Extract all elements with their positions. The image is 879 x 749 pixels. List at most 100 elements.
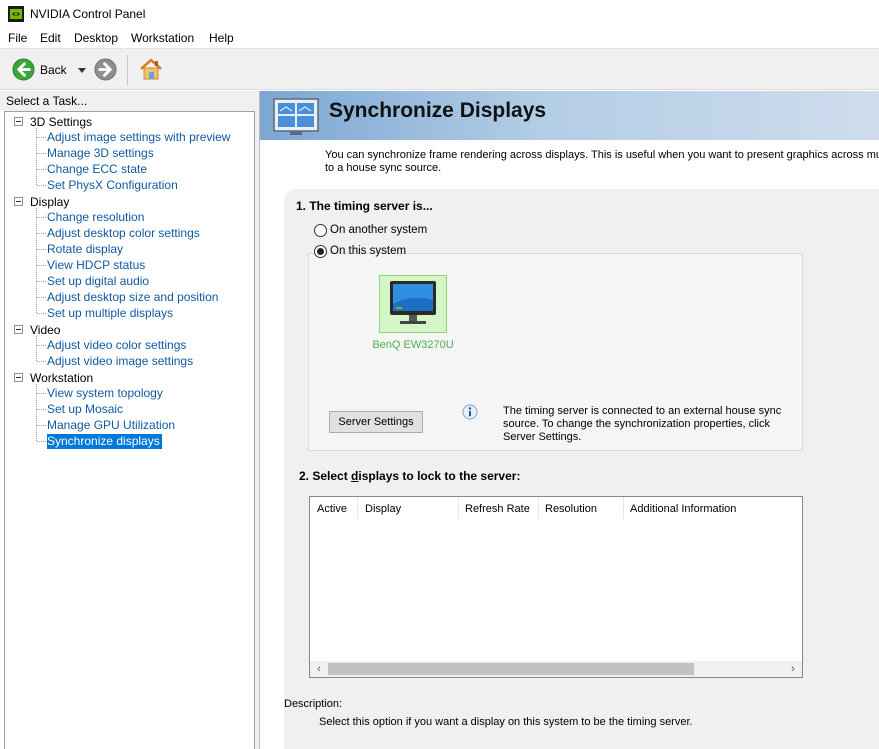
- description-text: Select this option if you want a display…: [319, 716, 693, 728]
- toolbar: Back: [0, 48, 879, 90]
- page-banner: Synchronize Displays: [260, 91, 879, 140]
- task-adjust-desktop-color[interactable]: Adjust desktop color settings: [47, 226, 200, 240]
- column-resolution[interactable]: Resolution: [545, 503, 597, 515]
- monitor-tile[interactable]: [379, 275, 447, 333]
- menu-help[interactable]: Help: [209, 31, 234, 45]
- task-change-resolution[interactable]: Change resolution: [47, 210, 144, 224]
- synchronize-displays-icon: [273, 98, 319, 135]
- collapse-display-icon[interactable]: [14, 197, 23, 206]
- page-intro: You can synchronize frame rendering acro…: [325, 149, 879, 175]
- server-settings-button[interactable]: Server Settings: [329, 411, 423, 433]
- task-adjust-video-color[interactable]: Adjust video color settings: [47, 338, 186, 352]
- column-active[interactable]: Active: [317, 503, 347, 515]
- tree-category-video[interactable]: Video: [30, 323, 60, 337]
- task-adjust-desktop-size[interactable]: Adjust desktop size and position: [47, 290, 218, 304]
- task-set-physx[interactable]: Set PhysX Configuration: [47, 178, 178, 192]
- nvidia-app-icon: [8, 6, 24, 22]
- monitor-icon: [390, 281, 436, 324]
- monitor-name[interactable]: BenQ EW3270U: [355, 339, 471, 351]
- task-view-hdcp-status[interactable]: View HDCP status: [47, 258, 145, 272]
- task-manage-gpu-utilization[interactable]: Manage GPU Utilization: [47, 418, 175, 432]
- column-divider[interactable]: [357, 497, 358, 519]
- scrollbar-thumb[interactable]: [328, 663, 694, 675]
- tree-line: [37, 393, 46, 394]
- intro-line-2: to a house sync source.: [325, 162, 442, 174]
- task-adjust-image-settings[interactable]: Adjust image settings with preview: [47, 130, 230, 144]
- toolbar-separator: [127, 55, 128, 85]
- column-display[interactable]: Display: [365, 503, 401, 515]
- collapse-workstation-icon[interactable]: [14, 373, 23, 382]
- page-title: Synchronize Displays: [329, 99, 547, 122]
- task-synchronize-displays[interactable]: Synchronize displays: [47, 434, 162, 449]
- tree-line: [37, 153, 46, 154]
- description-label: Description:: [284, 698, 343, 710]
- task-rotate-display[interactable]: Rotate display: [47, 242, 123, 256]
- tree-line: [37, 313, 46, 314]
- tree-line: [37, 137, 46, 138]
- tree-line: [36, 336, 37, 361]
- tree-line: [37, 409, 46, 410]
- column-divider[interactable]: [623, 497, 624, 519]
- scroll-left-icon[interactable]: ‹: [313, 663, 325, 675]
- info-icon: [462, 404, 478, 420]
- task-pane-header: Select a Task...: [0, 91, 257, 111]
- radio-on-this-system[interactable]: [314, 245, 327, 258]
- back-label: Back: [40, 63, 67, 77]
- task-set-up-multiple-displays[interactable]: Set up multiple displays: [47, 306, 173, 320]
- task-pane-title: Select a Task...: [6, 94, 88, 108]
- section-timing-server-title: 1. The timing server is...: [296, 199, 433, 213]
- task-manage-3d-settings[interactable]: Manage 3D settings: [47, 146, 154, 160]
- menu-desktop[interactable]: Desktop: [74, 31, 118, 45]
- home-icon[interactable]: [138, 56, 164, 82]
- tree-line: [37, 361, 46, 362]
- section2-suffix: isplays to lock to the server:: [358, 469, 521, 483]
- list-header: Active Display Refresh Rate Resolution A…: [310, 497, 802, 521]
- displays-list[interactable]: Active Display Refresh Rate Resolution A…: [309, 496, 803, 678]
- tree-category-workstation[interactable]: Workstation: [30, 371, 93, 385]
- back-arrow-icon: [12, 58, 35, 81]
- tree-category-display[interactable]: Display: [30, 195, 69, 209]
- column-divider[interactable]: [458, 497, 459, 519]
- horizontal-scrollbar[interactable]: ‹ ›: [310, 661, 802, 677]
- tree-line: [37, 281, 46, 282]
- tree-line: [37, 345, 46, 346]
- task-set-up-digital-audio[interactable]: Set up digital audio: [47, 274, 149, 288]
- task-tree: 3D Settings Adjust image settings with p…: [4, 111, 255, 749]
- tree-line: [37, 441, 46, 442]
- tree-line: [37, 185, 46, 186]
- tree-line: [37, 425, 46, 426]
- column-refresh-rate[interactable]: Refresh Rate: [465, 503, 530, 515]
- radio-on-another-system-label[interactable]: On another system: [330, 224, 427, 236]
- menu-file[interactable]: File: [8, 31, 27, 45]
- section-lock-displays-title: 2. Select displays to lock to the server…: [299, 469, 520, 483]
- info-text: The timing server is connected to an ext…: [503, 405, 782, 443]
- radio-on-another-system[interactable]: [314, 224, 327, 237]
- radio-on-this-system-label[interactable]: On this system: [330, 245, 406, 257]
- forward-arrow-icon[interactable]: [94, 58, 117, 81]
- title-bar: NVIDIA Control Panel: [0, 0, 879, 28]
- content-pane: Synchronize Displays You can synchronize…: [259, 91, 879, 749]
- tree-line: [37, 233, 46, 234]
- task-view-system-topology[interactable]: View system topology: [47, 386, 163, 400]
- section2-prefix: 2. Select: [299, 469, 352, 483]
- tree-line: [37, 297, 46, 298]
- scroll-right-icon[interactable]: ›: [787, 663, 799, 675]
- intro-line-1: You can synchronize frame rendering acro…: [325, 149, 879, 161]
- window-title: NVIDIA Control Panel: [30, 7, 146, 21]
- task-set-up-mosaic[interactable]: Set up Mosaic: [47, 402, 123, 416]
- column-additional-information[interactable]: Additional Information: [630, 503, 736, 515]
- task-adjust-video-image[interactable]: Adjust video image settings: [47, 354, 193, 368]
- tree-line: [37, 265, 46, 266]
- collapse-3d-settings-icon[interactable]: [14, 117, 23, 126]
- tree-line: [37, 249, 46, 250]
- menu-bar: File Edit Desktop Workstation Help: [0, 28, 879, 48]
- column-divider[interactable]: [538, 497, 539, 519]
- tree-category-3d-settings[interactable]: 3D Settings: [30, 115, 92, 129]
- back-history-dropdown-icon[interactable]: [78, 68, 86, 73]
- collapse-video-icon[interactable]: [14, 325, 23, 334]
- menu-workstation[interactable]: Workstation: [131, 31, 194, 45]
- tree-line: [37, 217, 46, 218]
- task-change-ecc-state[interactable]: Change ECC state: [47, 162, 147, 176]
- menu-edit[interactable]: Edit: [40, 31, 61, 45]
- settings-panel: 1. The timing server is... On another sy…: [284, 189, 879, 749]
